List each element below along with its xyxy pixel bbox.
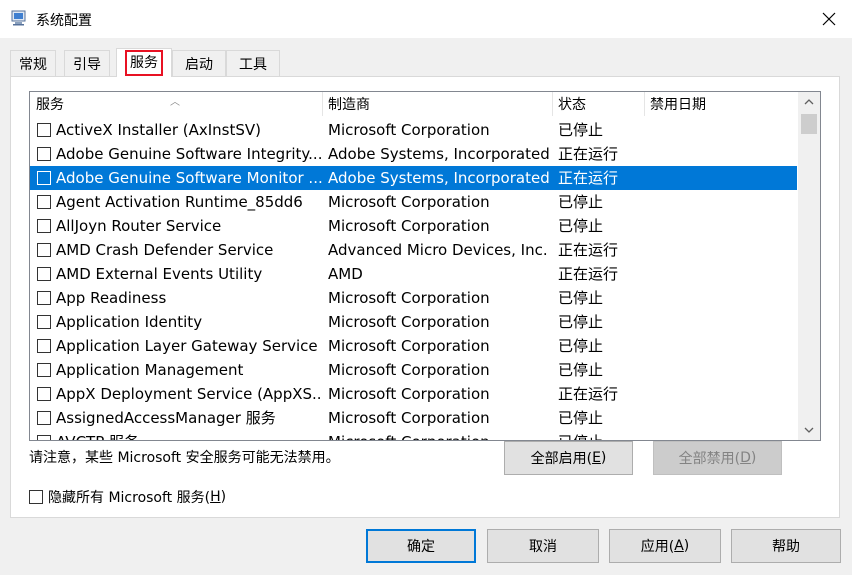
- tab-services-label: 服务: [125, 50, 163, 76]
- service-checkbox[interactable]: [37, 435, 51, 440]
- table-row[interactable]: AMD Crash Defender Service Advanced Micro…: [30, 238, 797, 262]
- table-row[interactable]: Application Management Microsoft Corporat…: [30, 358, 797, 382]
- table-row[interactable]: Adobe Genuine Software Integrity... Adobe…: [30, 142, 797, 166]
- ok-button[interactable]: 确定: [366, 529, 476, 563]
- chevron-up-icon: [804, 99, 814, 105]
- close-icon: [822, 12, 836, 26]
- tab-startup[interactable]: 启动: [172, 50, 226, 76]
- service-checkbox[interactable]: [37, 363, 51, 377]
- tab-boot[interactable]: 引导: [64, 50, 110, 76]
- column-header-service[interactable]: 服务 ︿: [30, 92, 322, 116]
- chevron-down-icon: [804, 427, 814, 433]
- service-checkbox[interactable]: [37, 219, 51, 233]
- service-checkbox[interactable]: [37, 387, 51, 401]
- window-title: 系统配置: [36, 13, 92, 29]
- service-checkbox[interactable]: [37, 291, 51, 305]
- table-row[interactable]: App Readiness Microsoft Corporation 已停止: [30, 286, 797, 310]
- disable-all-button[interactable]: 全部禁用(D): [653, 441, 782, 475]
- table-row[interactable]: Application Layer Gateway Service Microso…: [30, 334, 797, 358]
- service-checkbox[interactable]: [37, 195, 51, 209]
- service-checkbox[interactable]: [37, 267, 51, 281]
- sort-ascending-icon: ︿: [170, 97, 180, 108]
- services-list[interactable]: 服务 ︿ 制造商 状态 禁用日期 ActiveX Installer (AxIn…: [29, 91, 821, 441]
- column-header-disabled-date[interactable]: 禁用日期: [644, 92, 794, 116]
- table-row[interactable]: Application Identity Microsoft Corporatio…: [30, 310, 797, 334]
- apply-button[interactable]: 应用(A): [609, 529, 721, 563]
- service-checkbox[interactable]: [37, 123, 51, 137]
- list-rows: ActiveX Installer (AxInstSV) Microsoft Co…: [30, 118, 797, 440]
- service-checkbox[interactable]: [37, 243, 51, 257]
- table-row[interactable]: ActiveX Installer (AxInstSV) Microsoft Co…: [30, 118, 797, 142]
- column-header-manufacturer[interactable]: 制造商: [322, 92, 552, 116]
- notice-text: 请注意，某些 Microsoft 安全服务可能无法禁用。: [29, 450, 340, 466]
- column-header-status[interactable]: 状态: [552, 92, 644, 116]
- checkbox-box[interactable]: [29, 490, 43, 504]
- table-row[interactable]: Agent Activation Runtime_85dd6 Microsoft …: [30, 190, 797, 214]
- service-checkbox[interactable]: [37, 315, 51, 329]
- list-header: 服务 ︿ 制造商 状态 禁用日期: [30, 92, 797, 116]
- table-row[interactable]: AllJoyn Router Service Microsoft Corporat…: [30, 214, 797, 238]
- table-row[interactable]: AVCTP 服务Microsoft Corporation已停止: [30, 430, 797, 440]
- tab-general[interactable]: 常规: [10, 50, 56, 76]
- services-panel: 服务 ︿ 制造商 状态 禁用日期 ActiveX Installer (AxIn…: [10, 76, 840, 518]
- cancel-button[interactable]: 取消: [487, 529, 599, 563]
- close-button[interactable]: [806, 0, 852, 38]
- table-row[interactable]: AMD External Events Utility AMD 正在运行: [30, 262, 797, 286]
- service-checkbox[interactable]: [37, 171, 51, 185]
- help-button[interactable]: 帮助: [731, 529, 841, 563]
- msconfig-icon: [11, 10, 26, 26]
- tab-tools[interactable]: 工具: [226, 50, 280, 76]
- scroll-up-button[interactable]: [798, 92, 820, 112]
- scroll-thumb[interactable]: [801, 114, 817, 134]
- service-checkbox[interactable]: [37, 339, 51, 353]
- hide-ms-services-checkbox[interactable]: 隐藏所有 Microsoft 服务(H): [29, 487, 226, 507]
- service-checkbox[interactable]: [37, 411, 51, 425]
- scroll-down-button[interactable]: [798, 420, 820, 440]
- title-bar: 系统配置: [0, 0, 852, 38]
- service-checkbox[interactable]: [37, 147, 51, 161]
- tab-services[interactable]: 服务: [116, 48, 172, 77]
- enable-all-button[interactable]: 全部启用(E): [504, 441, 633, 475]
- table-row[interactable]: AppX Deployment Service (AppXS... Microso…: [30, 382, 797, 406]
- table-row[interactable]: AssignedAccessManager 服务 Microsoft Corpor…: [30, 406, 797, 430]
- table-row-selected[interactable]: Adobe Genuine Software Monitor ... Adobe …: [30, 166, 797, 190]
- vertical-scrollbar[interactable]: [798, 92, 820, 440]
